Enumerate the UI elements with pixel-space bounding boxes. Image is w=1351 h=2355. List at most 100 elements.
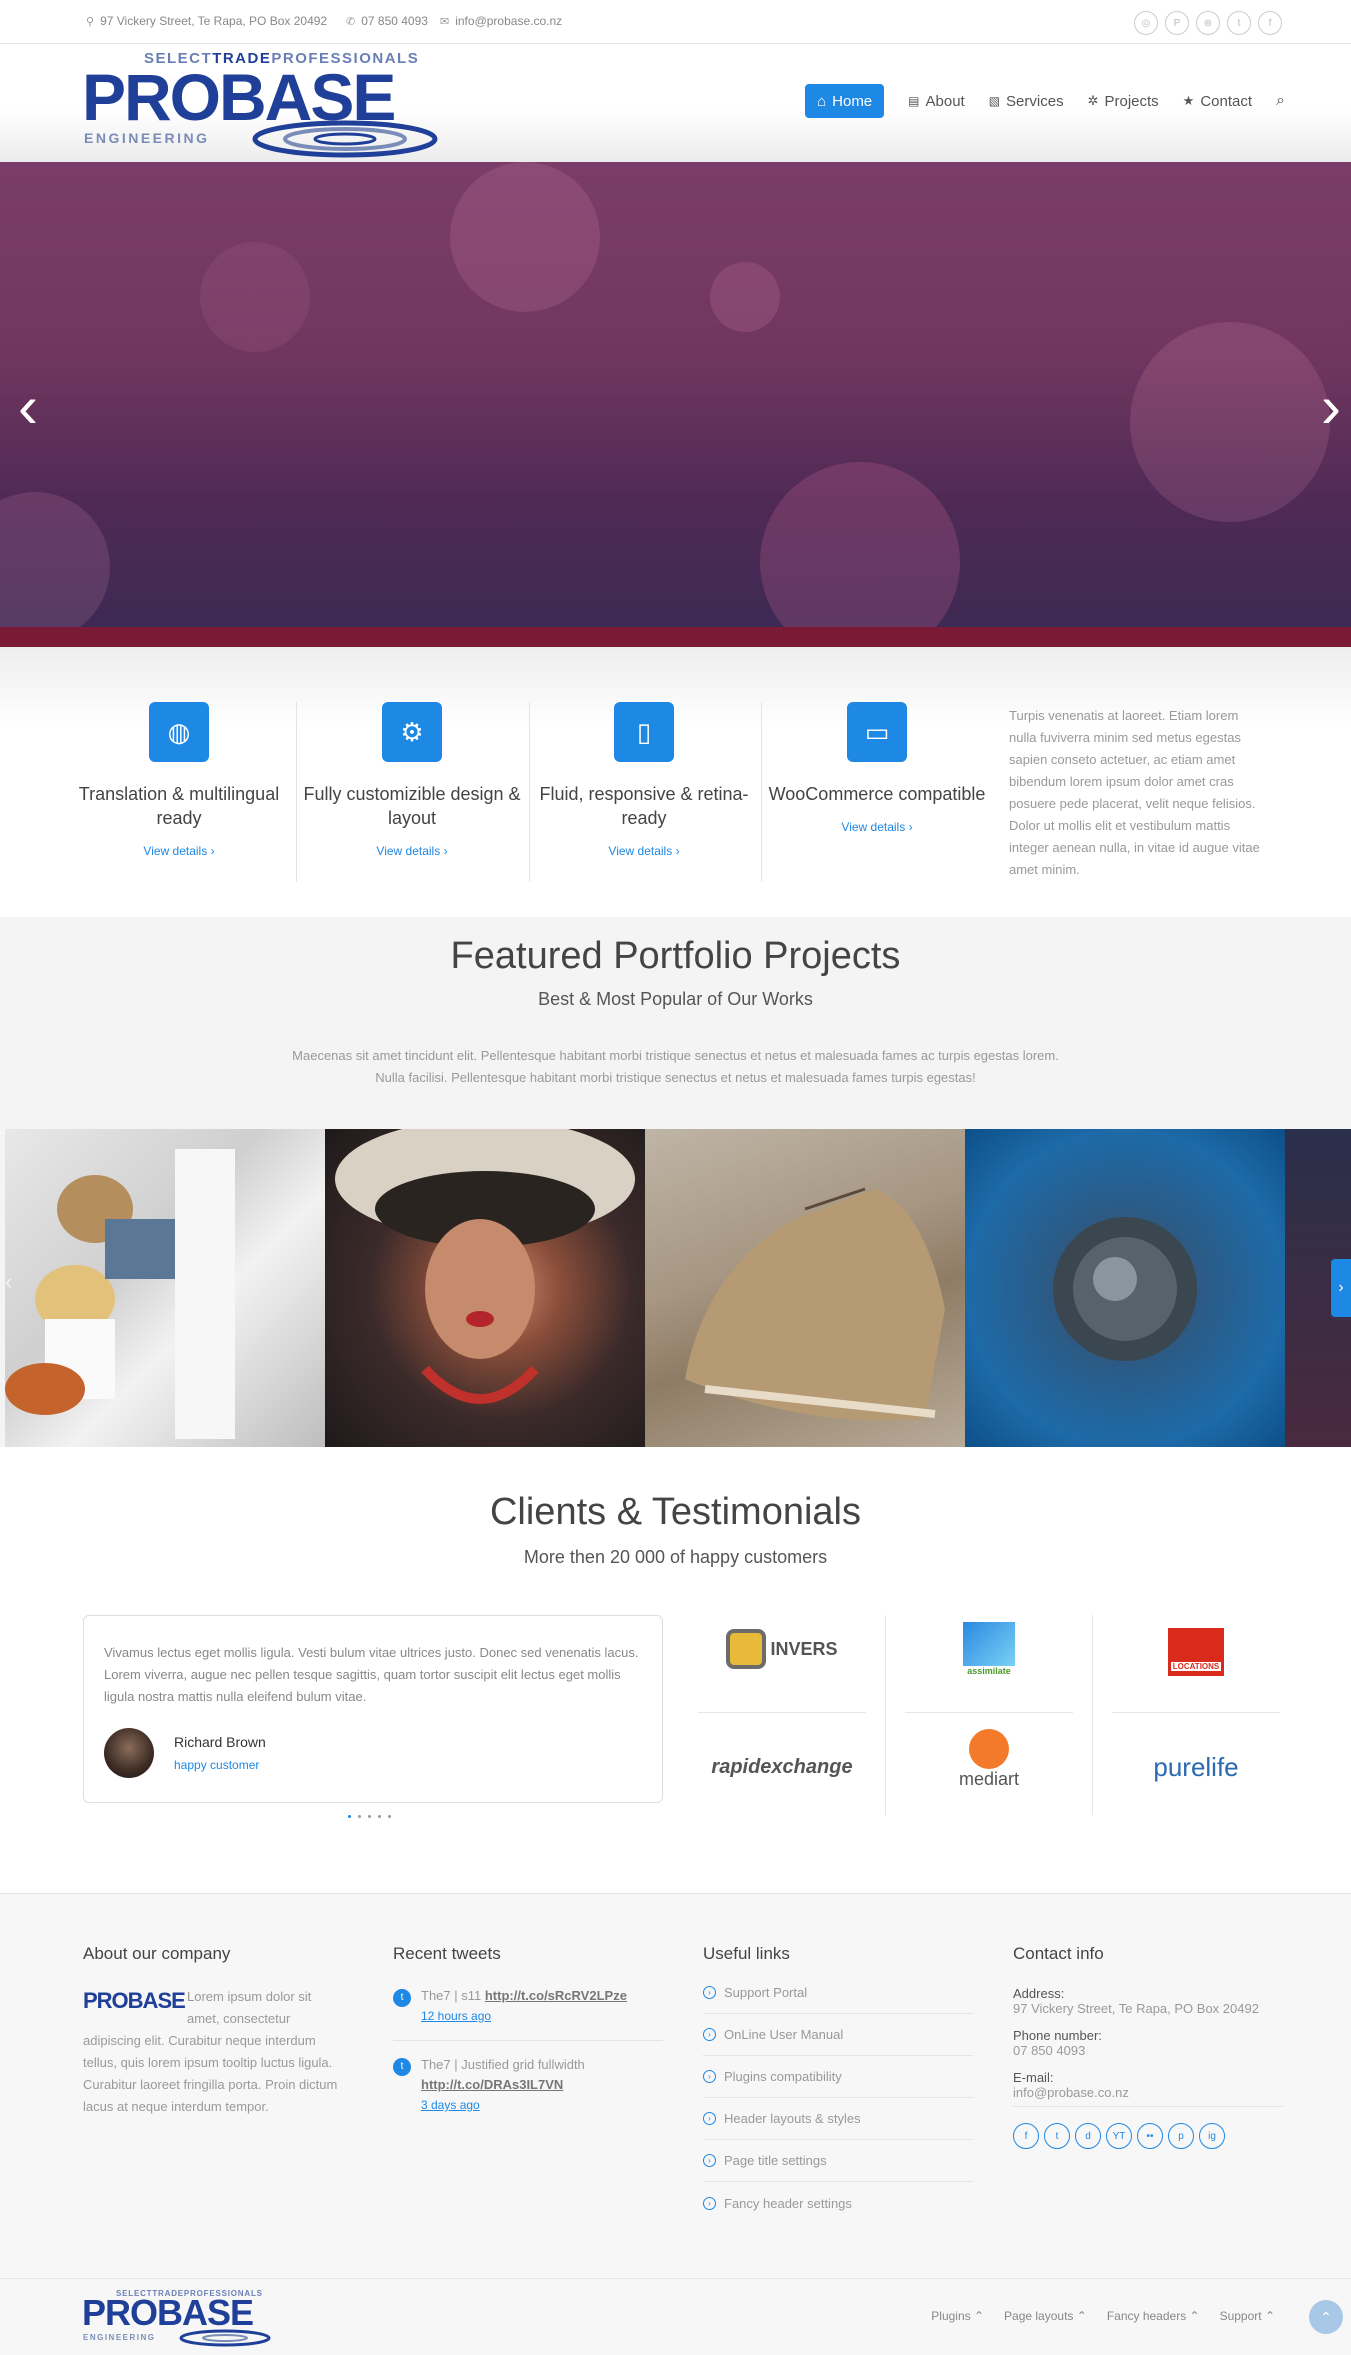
view-details-link[interactable]: View details › bbox=[761, 820, 993, 834]
contact-email[interactable]: info@probase.co.nz bbox=[1013, 2085, 1283, 2107]
footer-link-label[interactable]: Fancy header settings bbox=[724, 2196, 852, 2211]
view-details-link[interactable]: View details › bbox=[296, 844, 528, 858]
footer-link[interactable]: › Header layouts & styles bbox=[703, 2098, 973, 2140]
bokeh-light bbox=[0, 492, 110, 642]
pagination-dot[interactable] bbox=[358, 1815, 361, 1818]
facebook-icon[interactable]: f bbox=[1013, 2123, 1039, 2149]
nav-services-label: Services bbox=[1006, 92, 1064, 110]
bottom-nav-page-layouts[interactable]: Page layouts ⌃ bbox=[1004, 2309, 1087, 2323]
footer-link[interactable]: › OnLine User Manual bbox=[703, 2014, 973, 2056]
view-details-link[interactable]: View details › bbox=[528, 844, 760, 858]
view-details-label[interactable]: View details bbox=[143, 844, 207, 858]
footer-link-label[interactable]: Plugins compatibility bbox=[724, 2069, 842, 2084]
footer-about-title: About our company bbox=[83, 1944, 231, 1963]
footer-link[interactable]: › Support Portal bbox=[703, 1972, 973, 2014]
client-logo-locations[interactable]: LOCATIONS bbox=[1112, 1615, 1280, 1683]
flickr-icon[interactable]: •• bbox=[1137, 2123, 1163, 2149]
tweet-time[interactable]: 12 hours ago bbox=[421, 2009, 491, 2023]
tweet-link[interactable]: http://t.co/DRAs3IL7VN bbox=[421, 2077, 563, 2092]
client-logo-assimilate[interactable]: assimilate bbox=[905, 1615, 1073, 1683]
footer-link-label[interactable]: OnLine User Manual bbox=[724, 2027, 843, 2042]
bottom-logo[interactable]: SELECTTRADEPROFESSIONALS PROBASE ENGINEE… bbox=[82, 2289, 272, 2347]
client-logo-invers[interactable]: INVERS bbox=[698, 1615, 866, 1683]
footer-link[interactable]: › Fancy header settings bbox=[703, 2182, 973, 2224]
portfolio-subtitle: Best & Most Popular of Our Works bbox=[538, 989, 813, 1009]
nav-contact[interactable]: ★ Contact bbox=[1183, 84, 1252, 118]
portfolio-carousel bbox=[5, 1129, 1351, 1448]
view-details-label[interactable]: View details bbox=[376, 844, 440, 858]
twitter-icon[interactable]: t bbox=[1227, 11, 1251, 35]
nav-services[interactable]: ▧ Services bbox=[989, 84, 1064, 118]
pagination-dot[interactable] bbox=[348, 1815, 351, 1818]
youtube-icon[interactable]: YT bbox=[1106, 2123, 1132, 2149]
contact-address: 97 Vickery Street, Te Rapa, PO Box 20492 bbox=[1013, 2001, 1259, 2016]
instagram-icon[interactable]: ◎ bbox=[1134, 11, 1158, 35]
bottom-nav-plugins[interactable]: Plugins ⌃ bbox=[931, 2309, 984, 2323]
view-details-link[interactable]: View details › bbox=[63, 844, 295, 858]
bottom-bar: SELECTTRADEPROFESSIONALS PROBASE ENGINEE… bbox=[0, 2278, 1351, 2355]
client-logo-purelife-text: purelife bbox=[1153, 1751, 1239, 1782]
client-logo-purelife[interactable]: purelife bbox=[1112, 1733, 1280, 1801]
testimonials-section: Clients & Testimonials More then 20 000 … bbox=[0, 1447, 1351, 1893]
facebook-icon[interactable]: f bbox=[1258, 11, 1282, 35]
credit-card-icon: ▭ bbox=[847, 702, 907, 762]
nav-about-label: About bbox=[925, 92, 965, 110]
footer-link[interactable]: › Plugins compatibility bbox=[703, 2056, 973, 2098]
portfolio-tile[interactable] bbox=[5, 1129, 325, 1448]
testimonial-pagination bbox=[348, 1815, 391, 1818]
testimonial-text: Vivamus lectus eget mollis ligula. Vesti… bbox=[104, 1645, 639, 1704]
chevron-circle-icon: › bbox=[703, 2028, 716, 2041]
home-icon: ⌂ bbox=[817, 92, 827, 110]
footer-link-label[interactable]: Support Portal bbox=[724, 1985, 807, 2000]
chevron-circle-icon: › bbox=[703, 2070, 716, 2083]
top-email-text[interactable]: info@probase.co.nz bbox=[455, 14, 562, 28]
feature-title: Fluid, responsive & retina-ready bbox=[539, 784, 749, 828]
top-address: ⚲ 97 Vickery Street, Te Rapa, PO Box 204… bbox=[86, 14, 327, 28]
tweet-time[interactable]: 3 days ago bbox=[421, 2098, 480, 2112]
features-section: ◍ Translation & multilingual ready View … bbox=[0, 647, 1351, 917]
footer-link-label[interactable]: Page title settings bbox=[724, 2153, 827, 2168]
nav-about[interactable]: ▤ About bbox=[908, 84, 965, 118]
bottom-nav-fancy-headers[interactable]: Fancy headers ⌃ bbox=[1107, 2309, 1200, 2323]
logo-sub: ENGINEERING bbox=[84, 130, 210, 146]
view-details-label[interactable]: View details bbox=[608, 844, 672, 858]
client-logo-assimilate-text: assimilate bbox=[967, 1666, 1011, 1676]
dribbble-icon[interactable]: d bbox=[1075, 2123, 1101, 2149]
pagination-dot[interactable] bbox=[368, 1815, 371, 1818]
footer-small-logo: PROBASE bbox=[83, 1990, 186, 2018]
pinterest-icon[interactable]: P bbox=[1165, 11, 1189, 35]
pagination-dot[interactable] bbox=[388, 1815, 391, 1818]
slider-bottom-band bbox=[0, 627, 1351, 647]
carousel-next-icon[interactable]: › bbox=[1331, 1259, 1351, 1317]
footer-link-label[interactable]: Header layouts & styles bbox=[724, 2111, 861, 2126]
nav-projects[interactable]: ✲ Projects bbox=[1088, 84, 1159, 118]
client-logo-locations-text: LOCATIONS bbox=[1170, 1661, 1222, 1671]
nav-home[interactable]: ⌂ Home bbox=[805, 84, 885, 118]
divider bbox=[905, 1712, 1073, 1713]
testimonials-title: Clients & Testimonials bbox=[489, 1491, 861, 1533]
tweet-link[interactable]: http://t.co/sRcRV2LPze bbox=[485, 1988, 627, 2003]
slider-next-arrow-icon[interactable]: › bbox=[1321, 372, 1341, 441]
dribbble-icon[interactable]: ⊛ bbox=[1196, 11, 1220, 35]
slider-prev-arrow-icon[interactable]: ‹ bbox=[18, 372, 38, 441]
top-email[interactable]: ✉ info@probase.co.nz bbox=[440, 14, 562, 28]
search-icon[interactable]: ⌕ bbox=[1276, 92, 1285, 110]
back-to-top-icon[interactable]: ⌃ bbox=[1309, 2300, 1343, 2334]
bottom-nav-support[interactable]: Support ⌃ bbox=[1220, 2309, 1275, 2323]
portfolio-tile[interactable] bbox=[645, 1129, 965, 1448]
instagram-icon[interactable]: ig bbox=[1199, 2123, 1225, 2149]
pagination-dot[interactable] bbox=[378, 1815, 381, 1818]
feature-item: ◍ Translation & multilingual ready View … bbox=[63, 702, 295, 858]
view-details-label[interactable]: View details bbox=[841, 820, 905, 834]
portfolio-tile[interactable] bbox=[965, 1129, 1285, 1448]
site-logo[interactable]: SELECTTRADEPROFESSIONALS PROBASE ENGINEE… bbox=[82, 50, 438, 158]
chevron-circle-icon: › bbox=[703, 2154, 716, 2167]
twitter-icon[interactable]: t bbox=[1044, 2123, 1070, 2149]
footer-link[interactable]: › Page title settings bbox=[703, 2140, 973, 2182]
portfolio-section: Featured Portfolio Projects Best & Most … bbox=[0, 917, 1351, 1448]
pinterest-icon[interactable]: p bbox=[1168, 2123, 1194, 2149]
client-logo-mediart[interactable]: mediart bbox=[905, 1725, 1073, 1793]
portfolio-tile[interactable] bbox=[325, 1129, 645, 1448]
carousel-prev-icon[interactable]: ‹ bbox=[5, 1269, 12, 1295]
client-logo-rapidexchange[interactable]: rapidexchange bbox=[698, 1733, 866, 1801]
